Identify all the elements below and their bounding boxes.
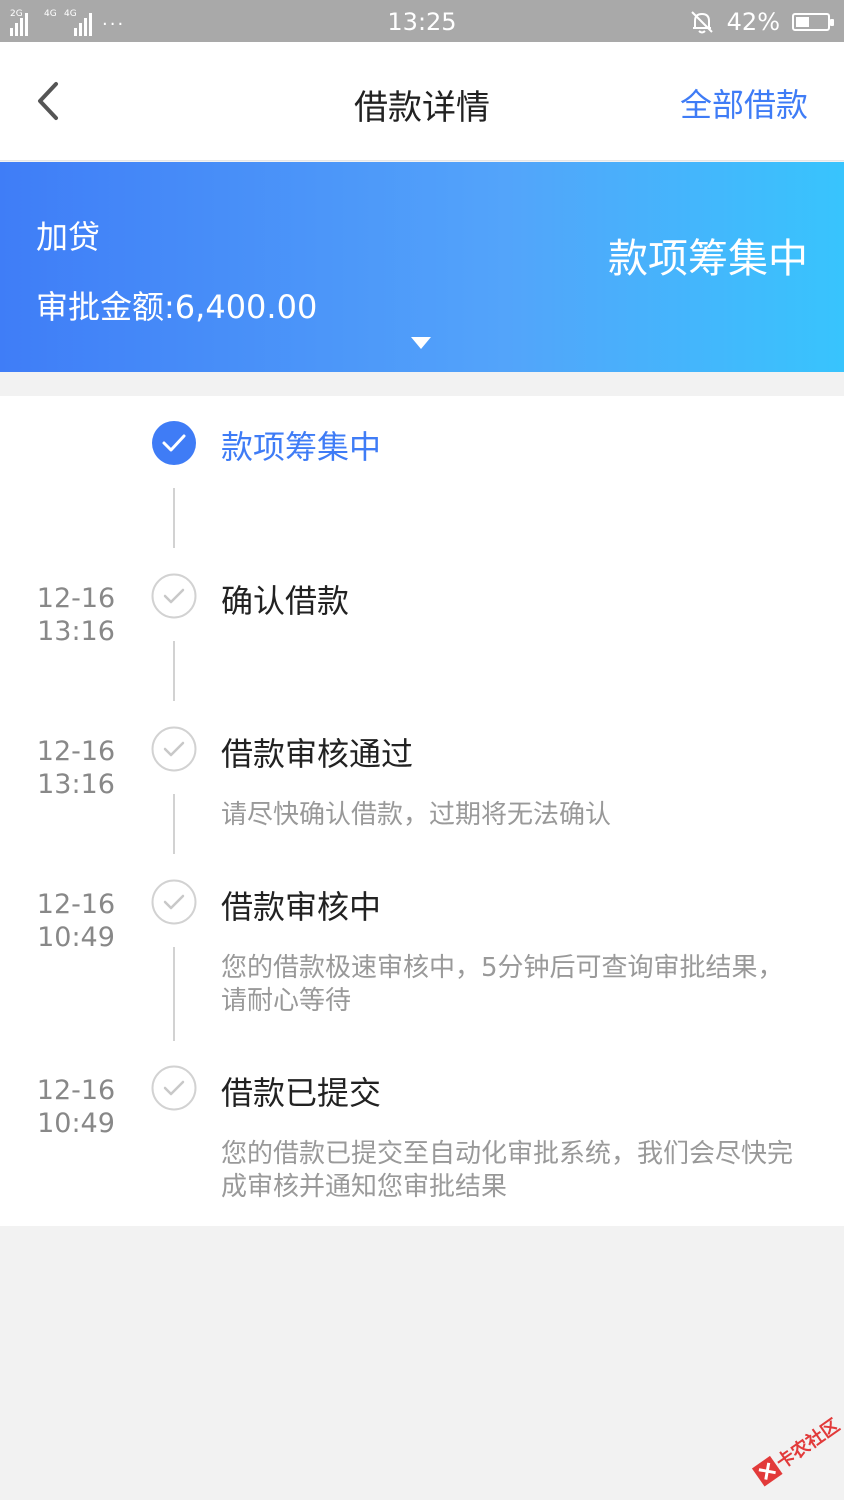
mute-bell-icon (690, 11, 713, 34)
progress-timeline: 款项筹集中 12-16 13:16 确认借款 12-16 13:16 借款审核通… (0, 396, 844, 1226)
battery-percent: 42% (726, 8, 780, 36)
check-circle-outline-icon (151, 879, 197, 925)
step-title: 借款审核通过 (221, 735, 414, 773)
step-title: 借款审核中 (221, 888, 382, 926)
step-title: 确认借款 (221, 582, 350, 620)
all-loans-link[interactable]: 全部借款 (680, 80, 808, 126)
timeline-connector (173, 794, 175, 854)
check-circle-outline-icon (151, 573, 197, 619)
battery-icon (792, 13, 834, 31)
step-description: 您的借款极速审核中，5分钟后可查询审批结果，请耐心等待 (221, 953, 784, 1016)
approved-amount: 审批金额:6,400.00 (36, 282, 317, 328)
step-date: 12-16 (36, 889, 116, 920)
check-circle-outline-icon (151, 726, 197, 772)
check-circle-filled-icon (152, 421, 196, 465)
status-right: 42% (689, 8, 834, 36)
step-date: 12-16 (36, 1075, 116, 1106)
svg-text:卡农社区: 卡农社区 (772, 1414, 842, 1473)
step-date: 12-16 (36, 583, 116, 614)
status-bar: 2G 4G 4G ··· 13:25 42% (0, 0, 844, 42)
step-title: 借款已提交 (221, 1074, 382, 1112)
step-time: 10:49 (37, 1108, 115, 1139)
amount-label: 审批金额: (36, 288, 175, 326)
step-timestamp: 12-16 10:49 (30, 888, 122, 954)
check-circle-outline-icon (151, 1065, 197, 1111)
step-time: 10:49 (37, 922, 115, 953)
timeline-connector (173, 947, 175, 1041)
step-time: 13:16 (37, 616, 115, 647)
step-description: 请尽快确认借款，过期将无法确认 (221, 800, 612, 830)
step-timestamp: 12-16 13:16 (30, 735, 122, 801)
loan-status: 款项筹集中 (608, 236, 808, 282)
timeline-connector (173, 641, 175, 701)
step-title: 款项筹集中 (221, 428, 382, 466)
amount-value: 6,400.00 (174, 288, 318, 326)
step-date: 12-16 (36, 736, 116, 767)
nav-header: 借款详情 全部借款 (0, 42, 844, 161)
step-timestamp: 12-16 10:49 (30, 1074, 122, 1140)
step-timestamp: 12-16 13:16 (30, 582, 122, 648)
step-description: 您的借款已提交至自动化审批系统，我们会尽快完成审核并通知您审批结果 (221, 1139, 794, 1202)
timeline-connector (173, 488, 175, 548)
step-time: 13:16 (37, 769, 115, 800)
loan-summary-banner: 加贷 审批金额:6,400.00 款项筹集中 (0, 162, 844, 372)
loan-type: 加贷 (36, 218, 101, 256)
triangle-down-icon[interactable] (410, 336, 432, 350)
kanong-logo-icon: 卡农社区 (751, 1414, 842, 1487)
